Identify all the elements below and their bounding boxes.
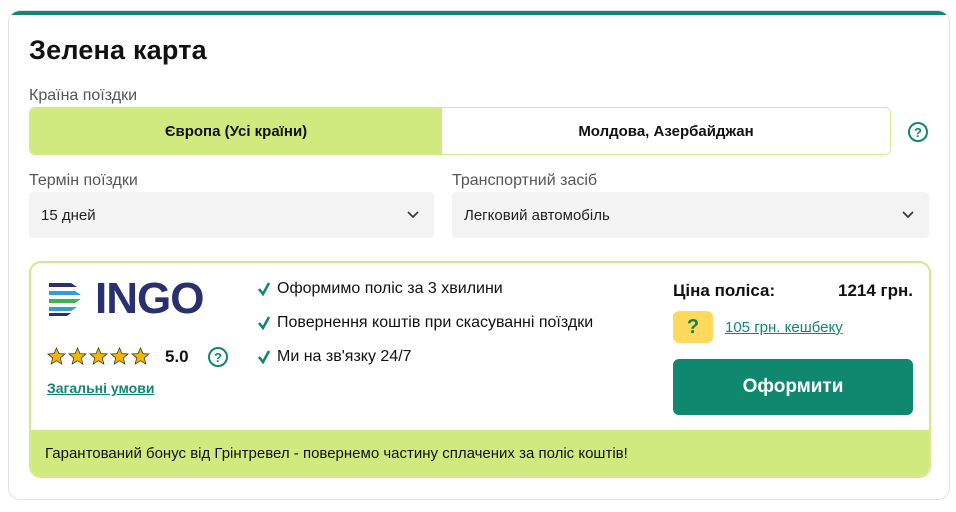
star-icon xyxy=(131,347,150,365)
star-icon xyxy=(47,347,66,365)
price-label: Ціна поліса: xyxy=(673,281,776,300)
price-value: 1214 грн. xyxy=(838,281,913,300)
feature-text: Ми на зв'язку 24/7 xyxy=(277,347,412,365)
term-value: 15 дней xyxy=(41,206,96,224)
country-option-moldova-azerbaijan[interactable]: Молдова, Азербайджан xyxy=(442,108,890,154)
chevron-down-icon xyxy=(407,211,419,219)
transport-select[interactable]: Легковий автомобіль xyxy=(452,192,929,238)
country-option-europe[interactable]: Європа (Усі країни) xyxy=(30,108,442,154)
insurance-offer-card: INGO 5.0 ? Загальні умови Оформимо поліс… xyxy=(29,261,931,478)
insurer-name: INGO xyxy=(95,274,204,323)
check-icon xyxy=(257,349,271,364)
transport-value: Легковий автомобіль xyxy=(464,206,610,224)
green-card-widget: Зелена карта Країна поїздки Європа (Усі … xyxy=(8,10,950,500)
star-icon xyxy=(89,347,108,365)
star-icon xyxy=(110,347,129,365)
country-toggle: Європа (Усі країни) Молдова, Азербайджан xyxy=(29,107,891,155)
feature-list: Оформимо поліс за 3 хвилини Повернення к… xyxy=(257,277,593,379)
question-icon[interactable]: ? xyxy=(208,347,228,367)
country-label: Країна поїздки xyxy=(29,87,138,104)
feature-text: Повернення коштів при скасуванні поїздки xyxy=(277,313,594,331)
cashback-link[interactable]: 105 грн. кешбеку xyxy=(725,319,843,336)
bonus-text: Гарантований бонус від Грінтревел - пове… xyxy=(45,444,628,462)
list-item: Оформимо поліс за 3 хвилини xyxy=(257,277,593,300)
rating-value: 5.0 xyxy=(165,347,189,366)
list-item: Ми на зв'язку 24/7 xyxy=(257,345,593,368)
term-label: Термін поїздки xyxy=(29,172,138,189)
cashback-question-icon[interactable]: ? xyxy=(673,311,713,343)
logo-stripes-icon xyxy=(49,283,81,316)
star-icon xyxy=(68,347,87,365)
top-accent-line xyxy=(9,11,949,15)
check-icon xyxy=(257,281,271,296)
term-select[interactable]: 15 дней xyxy=(29,192,434,238)
bonus-banner: Гарантований бонус від Грінтревел - пове… xyxy=(31,430,929,476)
insurer-logo: INGO xyxy=(47,277,227,321)
feature-text: Оформимо поліс за 3 хвилини xyxy=(277,279,503,297)
question-icon[interactable]: ? xyxy=(908,122,928,142)
transport-label: Транспортний засіб xyxy=(452,172,598,189)
check-icon xyxy=(257,315,271,330)
buy-policy-button[interactable]: Оформити xyxy=(673,359,913,415)
list-item: Повернення коштів при скасуванні поїздки xyxy=(257,311,593,334)
rating-stars xyxy=(47,347,150,366)
general-terms-link[interactable]: Загальні умови xyxy=(47,380,154,396)
chevron-down-icon xyxy=(902,211,914,219)
page-title: Зелена карта xyxy=(29,35,207,65)
